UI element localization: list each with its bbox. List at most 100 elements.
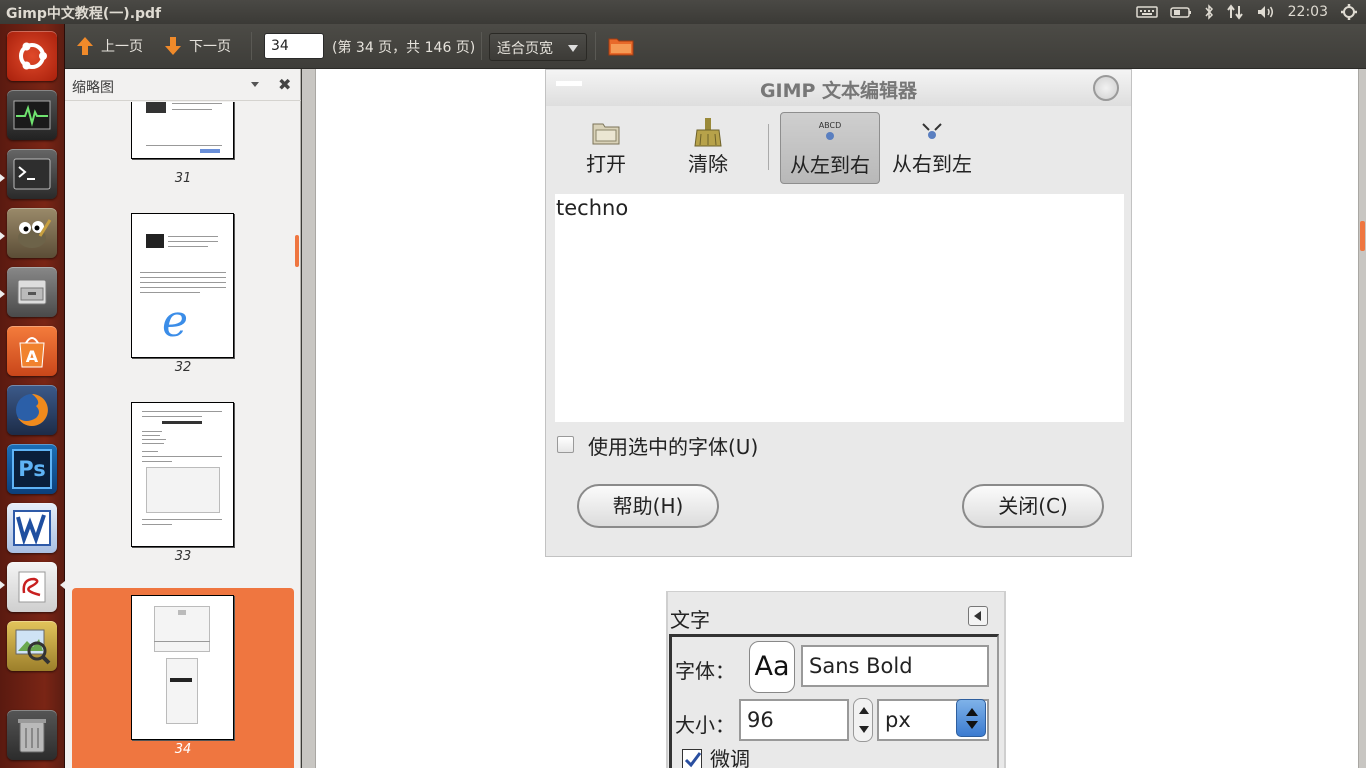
rtl-tool-label: 从右到左 (892, 152, 972, 176)
font-label: 字体： (675, 659, 735, 683)
toolbar: 上一页 下一页 (第 34 页，共 146 页) 适合页宽 (65, 24, 1366, 69)
ltr-icon: ABCD (819, 121, 842, 140)
thumbnail-item[interactable]: e 32 (72, 210, 294, 395)
system-monitor-icon[interactable] (7, 90, 57, 140)
close-button: 关闭(C) (962, 484, 1104, 528)
hinting-label: 微调 (710, 747, 750, 768)
thumbnail-item-selected[interactable]: 34 (72, 588, 294, 768)
bluetooth-icon[interactable] (1204, 4, 1214, 20)
chevron-down-icon[interactable] (251, 82, 259, 87)
ie-logo-icon: e (162, 296, 189, 347)
running-pip (0, 290, 5, 298)
svg-text:A: A (26, 347, 39, 366)
open-folder-icon (592, 123, 620, 145)
use-font-label: 使用选中的字体(U) (588, 435, 759, 459)
document-viewer-icon[interactable] (7, 562, 57, 612)
indicator-area: 22:03 (1135, 2, 1358, 22)
thumbnail-number: 31 (174, 171, 192, 186)
thumbnail-sidebar: 缩略图 ✖ 31 e 32 33 34 (65, 69, 301, 768)
thumbnail-page (131, 102, 234, 159)
top-panel: Gimp中文教程(一).pdf 22:03 (0, 0, 1366, 24)
help-button: 帮助(H) (577, 484, 719, 528)
thumbnail-page (131, 595, 234, 740)
keyboard-icon[interactable] (1135, 5, 1158, 19)
broom-icon (694, 118, 722, 147)
dialog-titlebar: GIMP 文本编辑器 (546, 70, 1131, 106)
photoshop-icon[interactable]: Ps (7, 444, 57, 494)
text-tool-options-panel: 文字 字体： Aa Sans Bold 大小： 96 px 微调 (666, 591, 1006, 768)
toolbar-separator (595, 32, 596, 60)
rtl-icon (922, 123, 942, 139)
arrow-down-icon (165, 37, 181, 55)
clear-tool-label: 清除 (688, 152, 728, 176)
ltr-tool-active: ABCD 从左到右 (780, 112, 880, 184)
image-viewer-icon[interactable] (7, 621, 57, 671)
launcher: A Ps (0, 24, 65, 768)
ubuntu-logo-icon[interactable] (7, 31, 57, 81)
next-page-label: 下一页 (189, 39, 231, 55)
document-view[interactable]: GIMP 文本编辑器 打开 清除 ABCD 从左到右 从右到左 techno 使… (302, 69, 1366, 768)
document-page: GIMP 文本编辑器 打开 清除 ABCD 从左到右 从右到左 techno 使… (315, 69, 1359, 768)
previous-page-button[interactable]: 上一页 (75, 33, 143, 59)
firefox-icon[interactable] (7, 385, 57, 435)
thumbnail-page: e (131, 213, 234, 358)
running-pip (0, 232, 5, 240)
volume-icon[interactable] (1256, 4, 1276, 20)
clock[interactable]: 22:03 (1288, 4, 1328, 20)
size-spinner-icon (853, 698, 873, 742)
previous-page-label: 上一页 (101, 39, 143, 55)
dialog-tool-separator (768, 124, 769, 170)
checkmark-icon (684, 752, 702, 768)
gimp-icon[interactable] (7, 208, 57, 258)
sidebar-header: 缩略图 ✖ (65, 69, 301, 101)
thumbnail-item[interactable]: 33 (72, 399, 294, 584)
rtl-tool: 从右到左 (882, 112, 982, 184)
sidebar-title: 缩略图 (72, 80, 114, 96)
open-folder-button[interactable] (608, 33, 634, 59)
wps-writer-icon[interactable] (7, 503, 57, 553)
thumbnail-number: 34 (174, 742, 192, 757)
page-number-input[interactable] (264, 33, 324, 59)
dialog-text-area: techno (555, 194, 1124, 422)
dialog-close-icon (1093, 75, 1119, 101)
panel-menu-icon (968, 606, 988, 626)
open-tool: 打开 (556, 112, 656, 184)
toolbar-separator (251, 32, 252, 60)
software-center-icon[interactable]: A (7, 326, 57, 376)
document-scrollbar[interactable] (1360, 221, 1365, 251)
unit-select-arrow-icon (956, 699, 986, 737)
use-font-checkbox (557, 436, 574, 453)
battery-icon[interactable] (1169, 5, 1192, 19)
ltr-tool-label: 从左到右 (790, 153, 870, 177)
running-pip (0, 581, 5, 589)
size-field: 96 (739, 699, 849, 741)
dialog-title: GIMP 文本编辑器 (759, 80, 918, 102)
hinting-checkbox (682, 749, 702, 768)
folder-icon (608, 38, 634, 56)
next-page-button[interactable]: 下一页 (163, 33, 231, 59)
toolbar-separator (481, 32, 482, 60)
file-manager-icon[interactable] (7, 267, 57, 317)
close-icon[interactable]: ✖ (278, 75, 291, 94)
open-tool-label: 打开 (586, 152, 626, 176)
text-panel-body: 字体： Aa Sans Bold 大小： 96 px 微调 (669, 634, 999, 768)
terminal-icon[interactable] (7, 149, 57, 199)
size-label: 大小： (675, 713, 735, 737)
window-title: Gimp中文教程(一).pdf (6, 6, 162, 22)
text-panel-title: 文字 (670, 608, 710, 632)
clear-tool: 清除 (658, 112, 758, 184)
thumbnail-list: 31 e 32 33 34 (65, 102, 301, 768)
thumbnail-page (131, 402, 234, 547)
thumbnail-number: 33 (174, 549, 192, 564)
thumbnail-number: 32 (174, 360, 192, 375)
arrow-up-icon (77, 37, 93, 55)
svg-text:ABCD: ABCD (819, 121, 842, 130)
page-count-label: (第 34 页，共 146 页) (332, 40, 476, 56)
zoom-select[interactable]: 适合页宽 (489, 33, 587, 61)
gimp-text-editor-dialog: GIMP 文本编辑器 打开 清除 ABCD 从左到右 从右到左 techno 使… (545, 69, 1132, 557)
font-field: Sans Bold (801, 645, 989, 687)
gear-icon[interactable] (1340, 3, 1358, 21)
network-icon[interactable] (1226, 4, 1244, 20)
trash-icon[interactable] (7, 710, 57, 760)
font-preview-button: Aa (749, 641, 795, 693)
